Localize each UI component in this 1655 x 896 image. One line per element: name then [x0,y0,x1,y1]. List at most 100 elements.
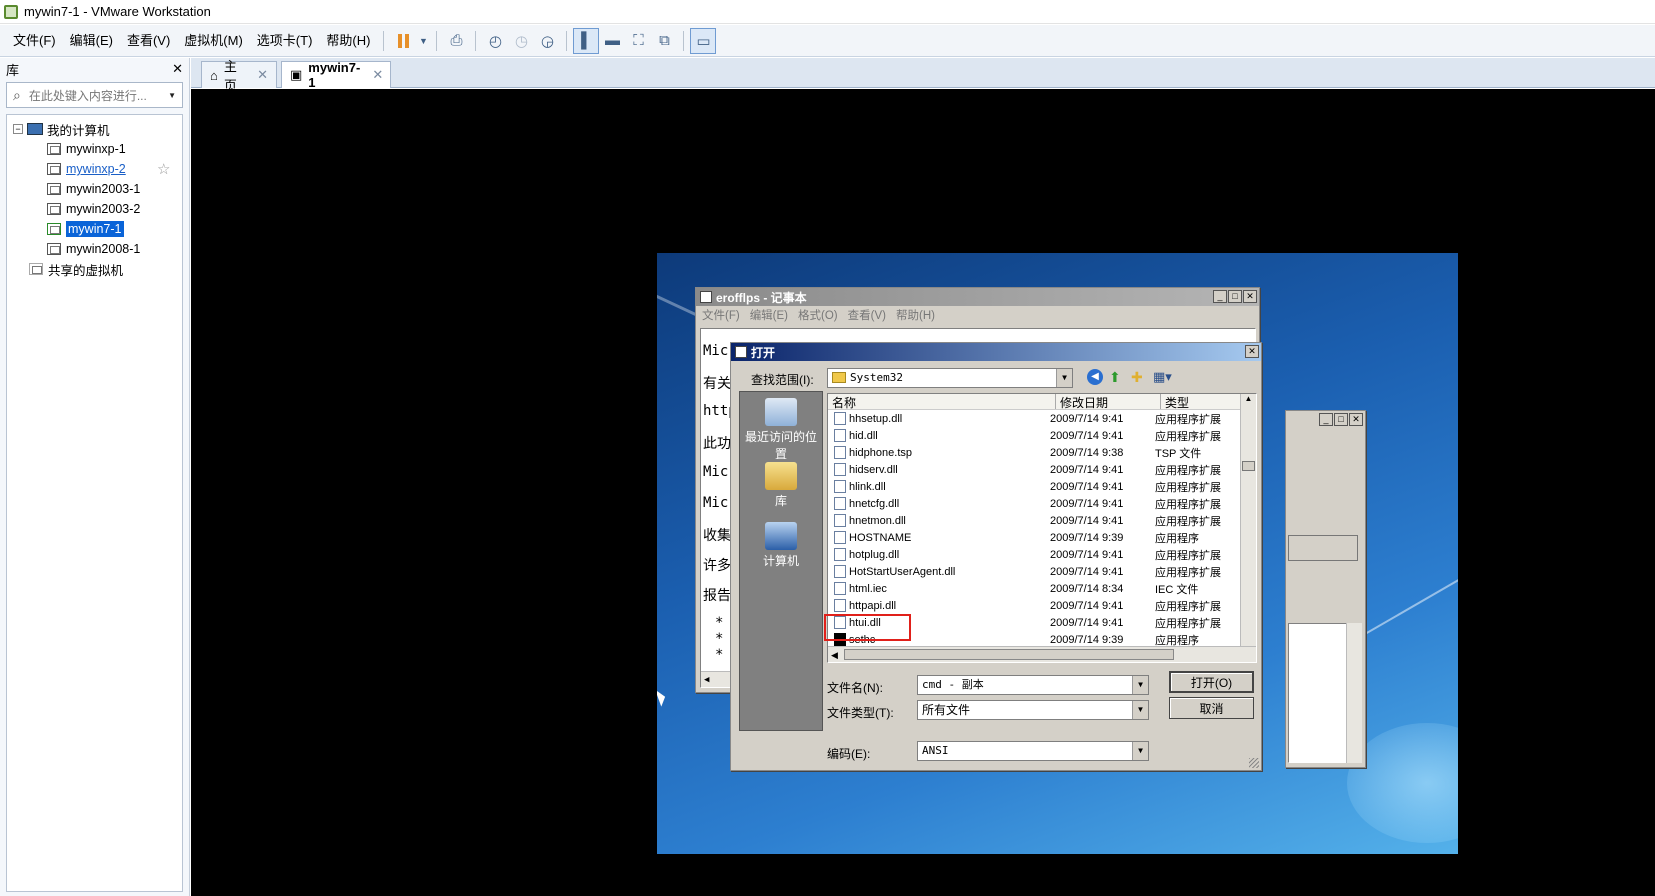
hscroll-thumb[interactable] [844,649,1174,660]
tree-item-vm[interactable]: mywin2003-1 [7,179,182,199]
file-name-cell: hhsetup.dll [828,412,1050,425]
file-row[interactable]: hhsetup.dll 2009/7/14 9:41 应用程序扩展 [828,410,1256,427]
back-icon[interactable]: ◀ [1087,369,1103,385]
tree-item-my-computer[interactable]: − 我的计算机 [7,119,182,139]
maximize-icon[interactable]: □ [1228,290,1242,303]
tab-home[interactable]: ⌂ 主页 ✕ [201,59,277,93]
maximize-icon[interactable]: □ [1334,413,1348,426]
open-button[interactable]: 打开(O) [1169,671,1254,693]
tab-mywin7-1[interactable]: ▣ mywin7-1 ✕ [281,60,391,90]
send-ctrl-alt-del-icon[interactable]: ⎙ [443,28,469,54]
tree-item-shared[interactable]: 共享的虚拟机 [7,259,182,279]
file-row[interactable]: HotStartUserAgent.dll 2009/7/14 9:41 应用程序扩… [828,563,1256,580]
notepad-menu-format[interactable]: 格式(O) [798,307,838,323]
dropdown-arrow-icon[interactable]: ▼ [1056,369,1072,387]
file-row[interactable]: hotplug.dll 2009/7/14 9:41 应用程序扩展 [828,546,1256,563]
file-type: 应用程序扩展 [1155,498,1221,511]
background-window[interactable]: _ □ ✕ [1285,410,1366,768]
column-type[interactable]: 类型 [1161,394,1189,410]
snapshot-take-icon[interactable]: ◴ [482,28,508,54]
thumbnail-bar-icon[interactable]: ▬ [599,28,625,54]
look-in-select[interactable]: System32 ▼ [827,368,1073,388]
tree-item-vm[interactable]: mywinxp-1 [7,139,182,159]
show-library-icon[interactable]: ▌ [573,27,600,54]
collapse-icon[interactable]: − [13,124,23,134]
view-menu-icon[interactable]: ▦▾ [1153,369,1172,385]
menu-view[interactable]: 查看(V) [120,29,177,53]
menu-tabs[interactable]: 选项卡(T) [250,29,320,53]
file-icon [834,480,846,493]
file-list-vscroll[interactable]: ▲ [1240,394,1256,646]
minimize-icon[interactable]: _ [1319,413,1333,426]
file-row[interactable]: HOSTNAME 2009/7/14 9:39 应用程序 [828,529,1256,546]
close-icon[interactable]: ✕ [1245,345,1259,358]
unity-icon[interactable]: ⧉ [651,28,677,54]
look-in-label: 查找范围(I): [751,373,814,387]
snapshot-revert-icon[interactable]: ◷ [508,28,534,54]
resize-grip-icon[interactable] [1249,758,1259,768]
file-list-hscroll[interactable]: ◀ [828,646,1256,662]
filename-input[interactable]: cmd - 副本 ▼ [917,675,1149,695]
notepad-menubar: 文件(F) 编辑(E) 格式(O) 查看(V) 帮助(H) [696,306,1259,324]
notepad-menu-edit[interactable]: 编辑(E) [750,307,788,323]
place-recent[interactable]: 最近访问的位置 [740,398,822,462]
notepad-menu-file[interactable]: 文件(F) [702,307,740,323]
power-dropdown-icon[interactable]: ▼ [416,28,430,54]
tree-item-vm-selected[interactable]: mywin7-1 [7,219,182,239]
up-folder-icon[interactable]: ⬆ [1109,369,1121,386]
snapshot-manager-icon[interactable]: ◶ [534,28,560,54]
favorite-star-icon[interactable]: ☆ [157,160,170,178]
cancel-button[interactable]: 取消 [1169,697,1254,719]
computer-icon [765,522,797,550]
filetype-select[interactable]: 所有文件 ▼ [917,700,1149,720]
tree-item-vm[interactable]: mywin2008-1 [7,239,182,259]
notepad-menu-view[interactable]: 查看(V) [848,307,886,323]
file-icon [834,446,846,459]
file-row[interactable]: httpapi.dll 2009/7/14 9:41 应用程序扩展 [828,597,1256,614]
notepad-line: 此功 [703,436,731,452]
guest-desktop[interactable]: _ □ ✕ erofflps - 记事本 _ □ ✕ 文件(F) 编辑(E) 格式(O)… [657,253,1458,854]
file-row[interactable]: html.iec 2009/7/14 8:34 IEC 文件 [828,580,1256,597]
library-close-icon[interactable]: ✕ [172,61,183,77]
dropdown-arrow-icon[interactable]: ▼ [1132,676,1148,694]
encoding-select[interactable]: ANSI ▼ [917,741,1149,761]
file-row[interactable]: hidphone.tsp 2009/7/14 9:38 TSP 文件 [828,444,1256,461]
pause-button[interactable] [390,28,416,54]
search-dropdown-icon[interactable]: ▼ [168,91,176,100]
bg-window-scrollbar[interactable] [1346,623,1362,763]
close-icon[interactable]: ✕ [1243,290,1257,303]
dropdown-arrow-icon[interactable]: ▼ [1132,742,1148,760]
library-search-input[interactable]: ⌕ 在此处键入内容进行... ▼ [6,82,183,108]
notepad-line: * [715,631,724,647]
menu-file[interactable]: 文件(F) [6,29,63,53]
new-folder-icon[interactable]: ✚ [1131,369,1143,386]
open-file-dialog[interactable]: 打开 ✕ 查找范围(I): System32 ▼ ◀ ⬆ ✚ ▦▾ 最近访问的位… [730,342,1262,771]
menu-vm[interactable]: 虚拟机(M) [177,29,250,53]
close-tab-icon[interactable]: ✕ [257,67,268,83]
close-icon[interactable]: ✕ [1349,413,1363,426]
file-row[interactable]: hnetmon.dll 2009/7/14 9:41 应用程序扩展 [828,512,1256,529]
column-date[interactable]: 修改日期 [1056,394,1161,410]
menu-edit[interactable]: 编辑(E) [63,29,120,53]
console-view-icon[interactable]: ▭ [690,27,717,54]
place-libraries[interactable]: 库 [740,462,822,509]
menu-help[interactable]: 帮助(H) [319,29,377,53]
encoding-value: ANSI [922,744,949,757]
file-row[interactable]: hid.dll 2009/7/14 9:41 应用程序扩展 [828,427,1256,444]
column-name[interactable]: 名称 [828,394,1056,410]
dropdown-arrow-icon[interactable]: ▼ [1132,701,1148,719]
file-row[interactable]: hlink.dll 2009/7/14 9:41 应用程序扩展 [828,478,1256,495]
place-computer[interactable]: 计算机 [740,522,822,569]
file-row[interactable]: hnetcfg.dll 2009/7/14 9:41 应用程序扩展 [828,495,1256,512]
file-name: hidphone.tsp [849,446,912,459]
close-tab-icon[interactable]: ✕ [372,67,383,83]
file-row[interactable]: hidserv.dll 2009/7/14 9:41 应用程序扩展 [828,461,1256,478]
tree-item-vm[interactable]: mywinxp-2 ☆ [7,159,182,179]
minimize-icon[interactable]: _ [1213,290,1227,303]
notepad-line: 收集 [703,528,731,544]
file-name-cell: hidphone.tsp [828,446,1050,459]
fullscreen-icon[interactable]: ⛶ [625,28,651,54]
tree-item-vm[interactable]: mywin2003-2 [7,199,182,219]
scroll-thumb[interactable] [1242,461,1255,471]
notepad-menu-help[interactable]: 帮助(H) [896,307,935,323]
